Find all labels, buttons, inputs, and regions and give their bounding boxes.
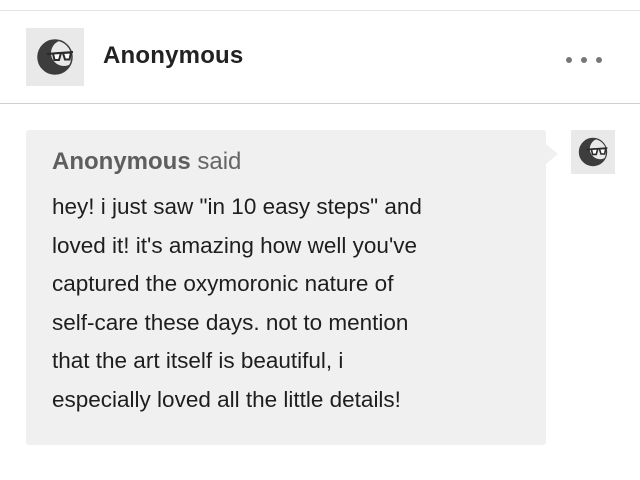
asker-name: Anonymous [52, 148, 191, 175]
question-line: hey! i just saw "in 10 easy steps" and [52, 194, 422, 219]
more-options-icon [566, 57, 572, 63]
question-line: self-care these days. not to mention [52, 309, 409, 335]
question-line: especially loved all the little details! [52, 386, 401, 412]
sunglasses-avatar-icon [578, 137, 609, 167]
more-options-icon [596, 57, 602, 63]
question-text: hey! i just saw "in 10 easy steps" and l… [52, 188, 526, 419]
more-options-icon [581, 57, 587, 63]
question-line: loved it! it's amazing how well you've [52, 232, 418, 258]
question-line: captured the oxymoronic nature of [52, 271, 394, 296]
sunglasses-avatar-icon [37, 39, 75, 75]
post-header: Anonymous [0, 11, 640, 104]
asker-line: Anonymous said [52, 146, 526, 178]
asker-avatar[interactable] [571, 130, 615, 174]
post-author-name[interactable]: Anonymous [103, 42, 243, 70]
said-label: said [197, 148, 242, 175]
more-options-button[interactable] [566, 52, 602, 68]
ask-bubble: Anonymous said hey! i just saw "in 10 ea… [26, 130, 558, 445]
author-avatar[interactable] [26, 28, 84, 86]
question-line: that the art itself is beautiful, i [52, 348, 344, 373]
